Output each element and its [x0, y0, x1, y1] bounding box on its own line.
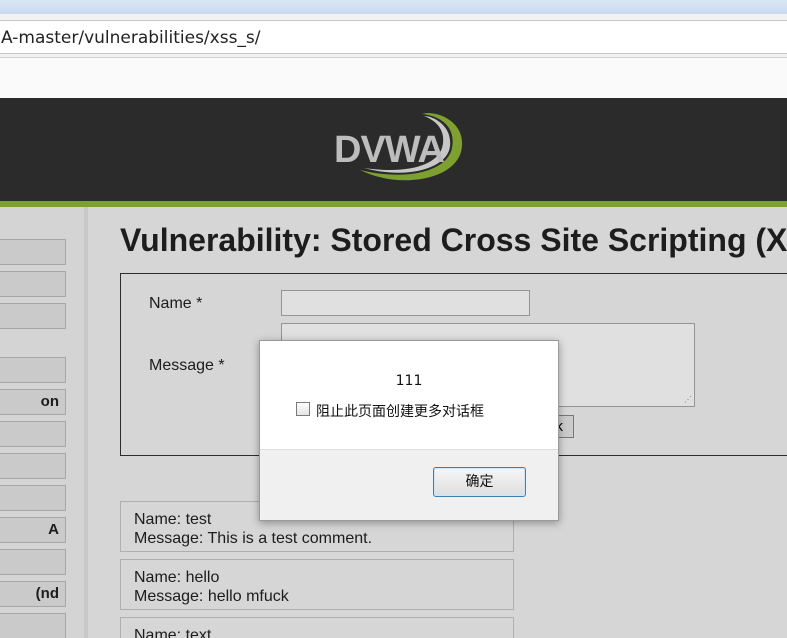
alert-dialog-footer: 确定	[260, 449, 558, 520]
browser-title-strip	[0, 0, 787, 14]
alert-dialog: 111 阻止此页面创建更多对话框 确定	[259, 340, 559, 521]
alert-message: 111	[395, 373, 423, 389]
address-bar-url[interactable]: A-master/vulnerabilities/xss_s/	[1, 28, 261, 48]
browser-secondary-toolbar	[0, 58, 787, 98]
dvwa-logo: DVWA	[334, 113, 463, 181]
dvwa-logo-text: DVWA	[334, 129, 445, 171]
ok-button[interactable]: 确定	[433, 467, 526, 497]
suppress-dialogs-label[interactable]: 阻止此页面创建更多对话框	[316, 401, 484, 421]
suppress-dialogs-checkbox[interactable]	[296, 402, 310, 416]
browser-toolbar: A-master/vulnerabilities/xss_s/	[0, 14, 787, 58]
address-bar[interactable]: A-master/vulnerabilities/xss_s/	[0, 20, 787, 54]
